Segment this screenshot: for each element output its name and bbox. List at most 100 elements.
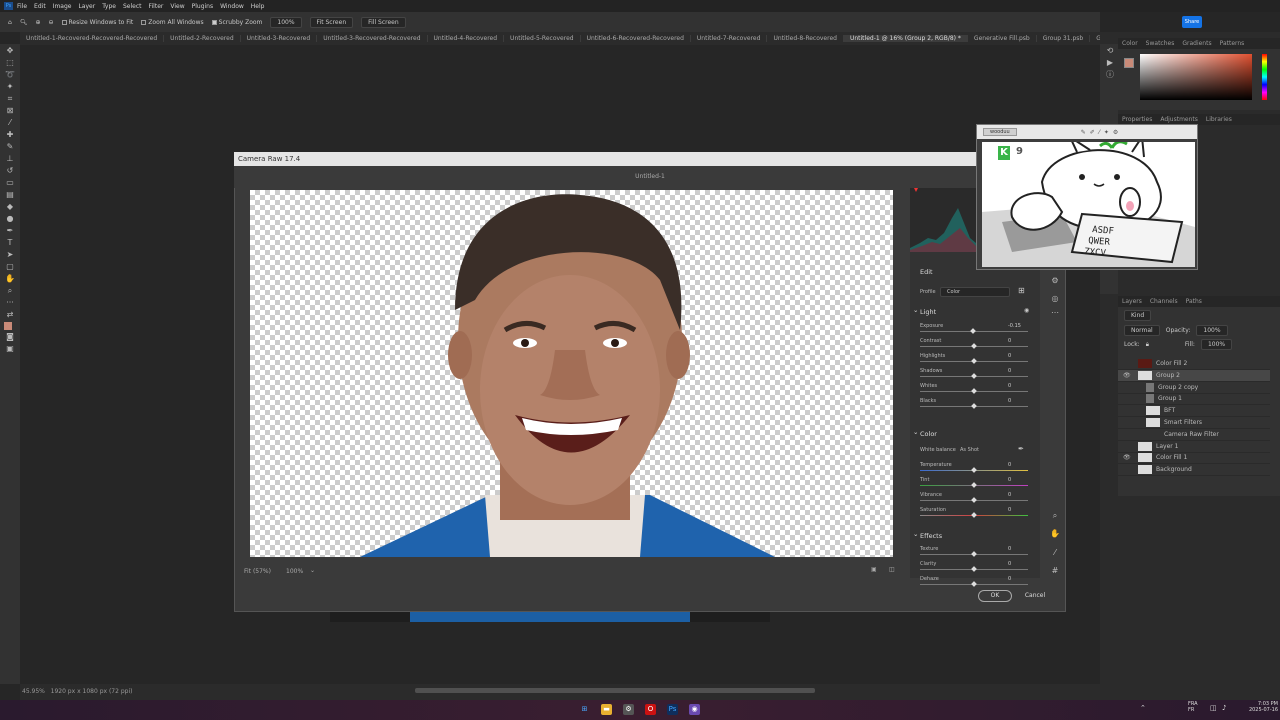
zoom-dropdown-icon[interactable]: ⌄ [310,567,315,574]
document-tab[interactable]: Group 31.psb [1037,35,1091,42]
document-tab[interactable]: Untitled-5-Recovered [504,35,581,42]
slider-value-clarity[interactable]: 0 [1008,561,1028,567]
slider-value-contrast[interactable]: 0 [1008,338,1028,344]
pen-icon[interactable]: ✎ [1081,129,1086,136]
crop-tool-icon[interactable]: ⌗ [5,94,15,104]
pen-tool-icon[interactable]: ✒ [5,226,15,236]
menu-item-filter[interactable]: Filter [149,3,164,10]
more-icon[interactable]: ⋯ [1050,308,1060,318]
eyedropper-icon[interactable]: ⁄ [1099,129,1100,136]
marquee-tool-icon[interactable]: ⬚ [5,58,15,68]
foreground-color-swatch[interactable] [4,322,12,330]
grid-icon[interactable]: # [1050,566,1060,576]
path-select-icon[interactable]: ➤ [5,250,15,260]
menu-item-image[interactable]: Image [53,3,72,10]
menu-item-help[interactable]: Help [251,3,265,10]
move-tool-icon[interactable]: ✥ [5,46,15,56]
menu-item-select[interactable]: Select [123,3,142,10]
zoom-tool-icon[interactable]: ⌕ [5,286,15,296]
eraser-tool-icon[interactable]: ▭ [5,178,15,188]
chevron-down-icon[interactable]: ⌄ [913,428,918,436]
slider-value-texture[interactable]: 0 [1008,546,1028,552]
document-tab[interactable]: Untitled-1 @ 16% (Group 2, RGB/8) * [843,35,968,42]
history-panel-icon[interactable]: ⟲ [1105,46,1115,56]
visibility-eye-icon[interactable]: ◉ [1024,307,1029,314]
panel-tab-libraries[interactable]: Libraries [1206,116,1232,123]
layer-row[interactable]: Smart Filters [1118,417,1270,429]
layer-row[interactable]: Group 1 [1118,393,1270,406]
document-tab[interactable]: Untitled-2-Recovered [164,35,241,42]
windows-start-icon[interactable]: ⊞ [579,704,590,715]
blur-tool-icon[interactable]: ◆ [5,202,15,212]
wand-icon[interactable]: ✦ [1104,129,1109,136]
layer-row[interactable]: Camera Raw Filter [1118,429,1270,441]
slider-value-shadows[interactable]: 0 [1008,368,1028,374]
menu-item-plugins[interactable]: Plugins [192,3,214,10]
tray-chevron-icon[interactable]: ⌃ [1140,704,1146,712]
layer-row[interactable]: Group 2 copy [1118,382,1270,394]
panel-tab-swatches[interactable]: Swatches [1146,40,1175,47]
healing-brush-icon[interactable]: ✚ [5,130,15,140]
document-tab[interactable]: Untitled-8-Recovered [767,35,844,42]
type-tool-icon[interactable]: T [5,238,15,248]
settings-icon[interactable]: ⚙ [1113,129,1118,136]
slider-value-temperature[interactable]: 0 [1008,462,1028,468]
dodge-tool-icon[interactable]: ● [5,214,15,224]
white-balance-select[interactable]: As Shot [960,447,979,453]
presets-icon[interactable]: ◎ [1050,294,1060,304]
brush-icon[interactable]: ✐ [1090,129,1095,136]
fill-screen-button[interactable]: Fill Screen [361,16,406,28]
eyedropper-tool-icon[interactable]: ⁄ [5,118,15,128]
shape-tool-icon[interactable]: ▢ [5,262,15,272]
document-tab[interactable]: Untitled-6-Recovered-Recovered [581,35,691,42]
menu-item-window[interactable]: Window [220,3,244,10]
frame-tool-icon[interactable]: ⊠ [5,106,15,116]
profile-select[interactable]: Color [940,287,1010,297]
document-tab[interactable]: Group 33.psb [1090,35,1100,42]
slider-value-vibrance[interactable]: 0 [1008,492,1028,498]
more-tools-icon[interactable]: ··· [5,298,15,308]
lasso-tool-icon[interactable]: ➰ [5,70,15,80]
menu-item-view[interactable]: View [170,3,184,10]
eye-icon[interactable]: 👁︎ [1123,454,1131,461]
language-indicator[interactable]: FRA FR [1188,701,1198,713]
document-tab[interactable]: Generative Fill.psb [968,35,1037,42]
hand-tool-icon[interactable]: ✋ [5,274,15,284]
slider-value-highlights[interactable]: 0 [1008,353,1028,359]
panel-tab-adjustments[interactable]: Adjustments [1160,116,1198,123]
zoom-100-button[interactable]: 100% [270,16,302,28]
layer-row[interactable]: Background [1118,464,1270,477]
fit-zoom-option[interactable]: Fit (57%) [244,568,271,575]
document-tab[interactable]: Untitled-3-Recovered [241,35,318,42]
actions-panel-icon[interactable]: ▶ [1105,58,1115,68]
slider-value-tint[interactable]: 0 [1008,477,1028,483]
menu-item-file[interactable]: File [17,3,27,10]
zoom-all-checkbox[interactable]: Zoom All Windows [141,19,204,26]
layer-row[interactable]: BFT [1118,405,1270,418]
screen-mode-icon[interactable]: ▣ [5,344,15,354]
profile-browser-icon[interactable]: ⊞ [1018,286,1025,295]
home-icon[interactable]: ⌂ [8,19,12,26]
info-panel-icon[interactable]: ⓘ [1105,70,1115,80]
brush-tool-icon[interactable]: ✎ [5,142,15,152]
document-tab[interactable]: Untitled-4-Recovered [428,35,505,42]
image-preview[interactable] [250,190,893,557]
hue-slider[interactable] [1262,54,1267,100]
zoom-level[interactable]: 45.95% [22,688,45,695]
before-after-icon[interactable]: ◫ [889,566,895,573]
zoom-tool-icon[interactable]: 🔍︎ [20,19,28,26]
document-tab[interactable]: Untitled-3-Recovered-Recovered [317,35,428,42]
file-explorer-icon[interactable]: ▬ [601,704,612,715]
blend-mode-select[interactable]: Normal [1124,325,1160,336]
menu-item-type[interactable]: Type [102,3,116,10]
foreground-color-chip[interactable] [1124,58,1134,68]
quick-mask-icon[interactable]: ◙ [5,332,15,342]
chevron-down-icon[interactable]: ⌄ [913,530,918,538]
color-picker-field[interactable] [1140,54,1252,100]
network-icon[interactable]: ◫ [1210,704,1217,712]
hand-icon[interactable]: ✋ [1050,529,1060,539]
fit-screen-button[interactable]: Fit Screen [309,16,354,28]
photoshop-icon[interactable]: Ps [667,704,678,715]
scrubby-zoom-checkbox[interactable]: Scrubby Zoom [211,19,262,26]
document-tab[interactable]: Untitled-7-Recovered [691,35,768,42]
